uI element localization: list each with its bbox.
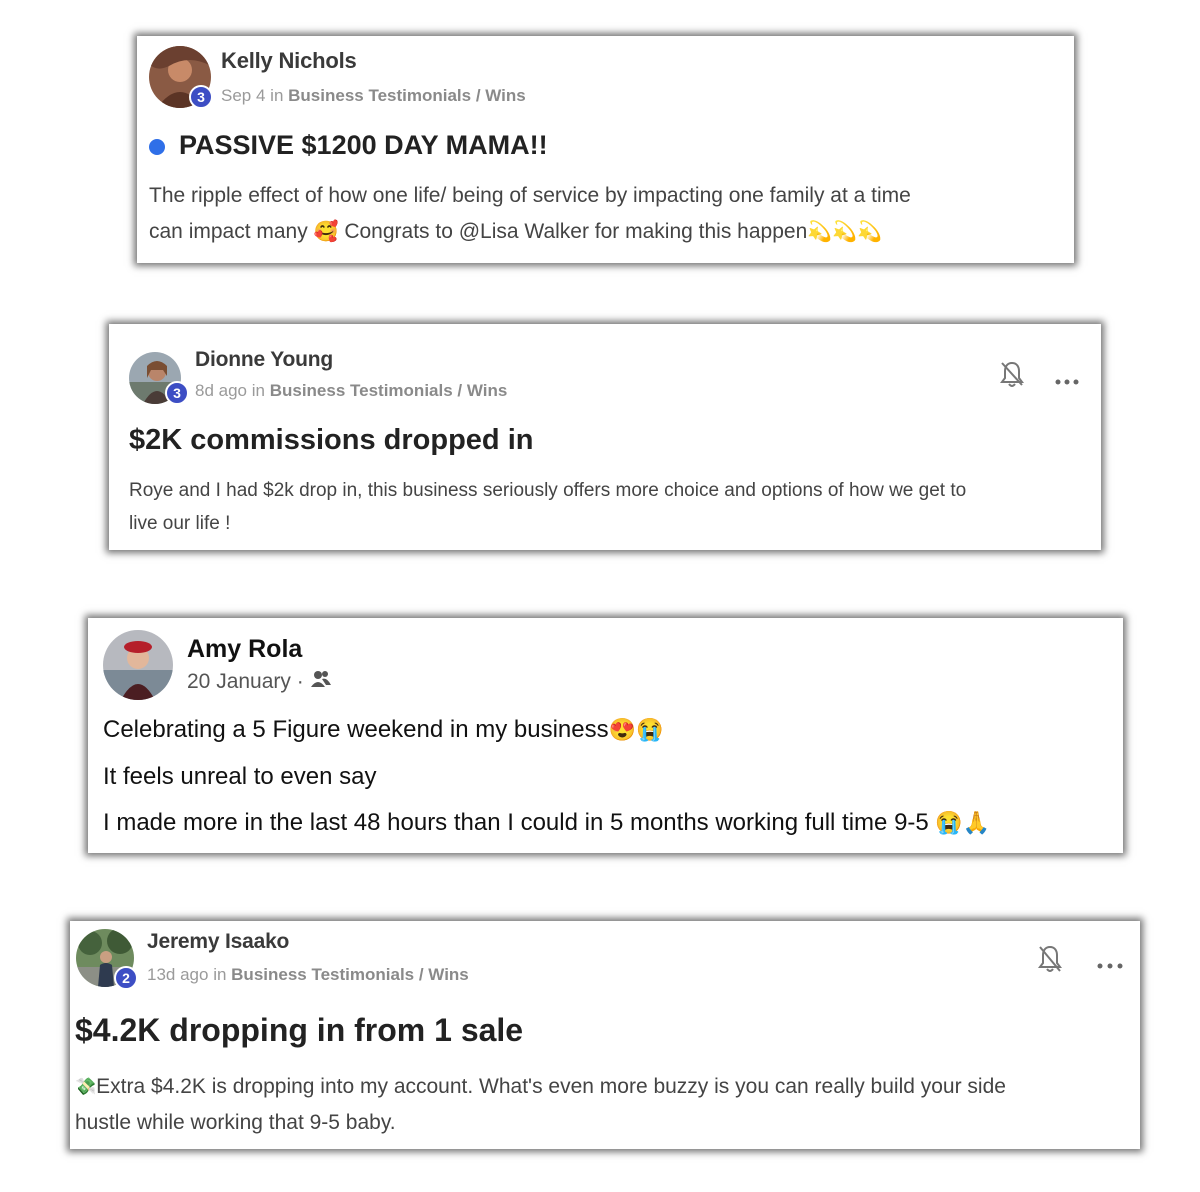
in-word: in — [213, 965, 227, 984]
more-horizontal-icon[interactable] — [1097, 956, 1123, 974]
post-meta: 20 January · — [187, 670, 332, 694]
post-category[interactable]: Business Testimonials / Wins — [231, 965, 469, 984]
author-name[interactable]: Dionne Young — [195, 348, 333, 372]
body-text-a: can impact many — [149, 220, 308, 243]
post-card-dionne: 3 Dionne Young 8d ago in Business Testim… — [109, 324, 1101, 550]
body-text: I made more in the last 48 hours than I … — [103, 809, 929, 836]
bell-off-icon[interactable] — [999, 360, 1025, 393]
post-card-amy: Amy Rola 20 January · Celebrating a 5 Fi… — [88, 618, 1123, 853]
more-horizontal-icon[interactable] — [1055, 372, 1079, 390]
author-name[interactable]: Amy Rola — [187, 635, 302, 664]
post-body: 💸Extra $4.2K is dropping into my account… — [75, 1069, 1138, 1141]
body-line-1: The ripple effect of how one life/ being… — [149, 184, 911, 207]
post-body: Roye and I had $2k drop in, this busines… — [129, 474, 1094, 540]
post-category[interactable]: Business Testimonials / Wins — [270, 381, 508, 400]
avatar[interactable] — [103, 630, 173, 700]
body-text: Celebrating a 5 Figure weekend in my bus… — [103, 716, 609, 743]
post-meta: Sep 4 in Business Testimonials / Wins — [221, 86, 526, 106]
body-line-2: can impact many 🥰 Congrats to @Lisa Walk… — [149, 214, 1064, 250]
author-name[interactable]: Kelly Nichols — [221, 48, 357, 74]
post-card-kelly: 3 Kelly Nichols Sep 4 in Business Testim… — [137, 36, 1074, 263]
unread-dot — [149, 139, 165, 155]
level-badge: 3 — [165, 381, 189, 405]
emoji-pair: 😍😭 — [608, 717, 664, 742]
post-card-jeremy: 2 Jeremy Isaako 13d ago in Business Test… — [70, 921, 1140, 1149]
smiling-hearts-emoji: 🥰 — [313, 221, 339, 244]
body-text-b: Congrats to @Lisa Walker for making this… — [344, 220, 808, 243]
post-date: 13d ago — [147, 965, 209, 984]
post-title[interactable]: PASSIVE $1200 DAY MAMA!! — [179, 130, 548, 161]
in-word: in — [251, 381, 265, 400]
body-line-1: Celebrating a 5 Figure weekend in my bus… — [103, 716, 663, 744]
money-wings-emoji: 💸 — [75, 1077, 97, 1097]
body-text: Extra $4.2K is dropping into my account.… — [96, 1075, 1006, 1098]
bell-off-icon[interactable] — [1037, 944, 1063, 979]
body-line-3: I made more in the last 48 hours than I … — [103, 809, 990, 837]
post-meta: 8d ago in Business Testimonials / Wins — [195, 381, 507, 401]
emoji-pair: 😭🙏 — [935, 810, 991, 835]
dizzy-emoji: 💫💫💫 — [807, 221, 882, 244]
post-category[interactable]: Business Testimonials / Wins — [288, 86, 526, 105]
body-line-2: hustle while working that 9-5 baby. — [75, 1111, 396, 1135]
level-badge: 3 — [189, 85, 213, 109]
post-meta: 13d ago in Business Testimonials / Wins — [147, 965, 469, 985]
in-word: in — [270, 86, 284, 105]
avatar-image — [103, 630, 173, 700]
body-line-1: 💸Extra $4.2K is dropping into my account… — [75, 1069, 1138, 1105]
post-date[interactable]: 20 January · — [187, 670, 310, 693]
body-line-1: Roye and I had $2k drop in, this busines… — [129, 480, 967, 501]
body-line-2: It feels unreal to even say — [103, 763, 377, 790]
post-body: The ripple effect of how one life/ being… — [149, 178, 1064, 250]
post-date: Sep 4 — [221, 86, 266, 105]
post-date: 8d ago — [195, 381, 247, 400]
body-line-2: live our life ! — [129, 513, 231, 534]
post-title[interactable]: $4.2K dropping in from 1 sale — [75, 1012, 523, 1049]
post-title[interactable]: $2K commissions dropped in — [129, 424, 533, 457]
friends-icon — [310, 670, 332, 694]
author-name[interactable]: Jeremy Isaako — [147, 930, 289, 954]
level-badge: 2 — [114, 966, 138, 990]
